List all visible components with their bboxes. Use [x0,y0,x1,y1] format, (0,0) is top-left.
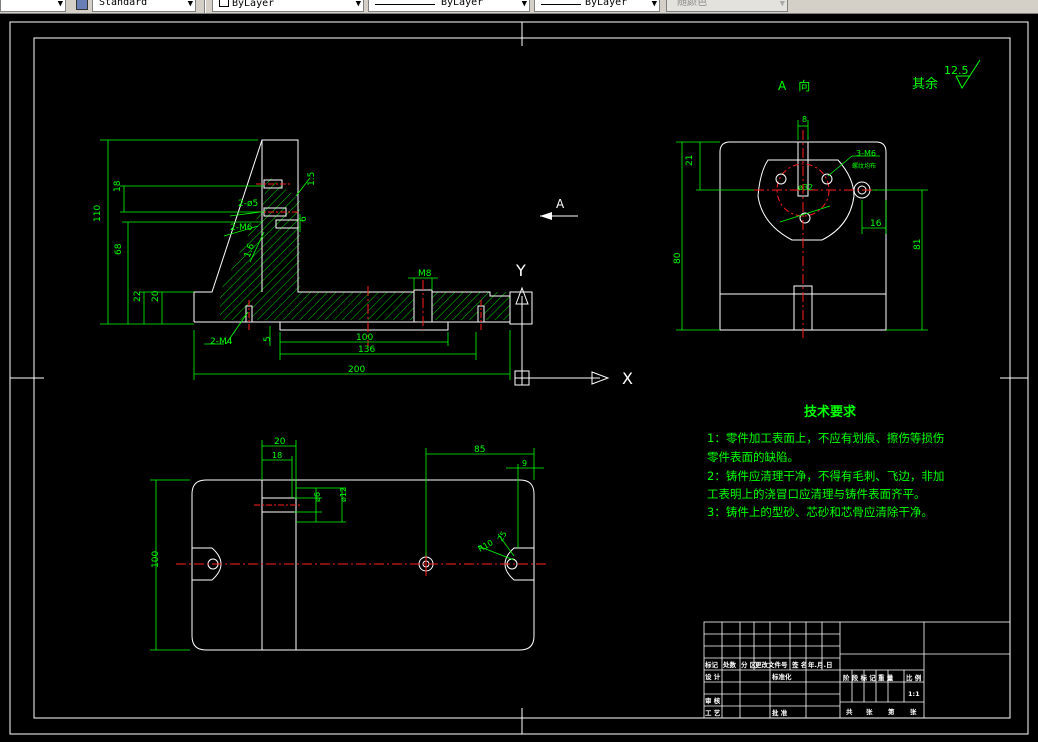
lineweight-value: ByLayer [585,0,628,8]
svg-text:81: 81 [913,239,923,250]
svg-text:审 核: 审 核 [705,696,721,705]
svg-text:20: 20 [274,437,286,447]
svg-text:2-M6: 2-M6 [230,223,253,233]
prev-dropdown[interactable]: ▼ [0,0,66,12]
x-axis-label: X [622,369,633,388]
svg-text:80: 80 [673,252,683,264]
y-axis-label: Y [515,261,526,280]
dropdown-arrow-icon: ▼ [651,0,657,9]
svg-text:比 例: 比 例 [906,673,922,682]
plan-view [176,479,546,651]
side-dimensions: 8 21 80 81 16 ø32 3-M6 螺纹均布 [673,115,928,331]
svg-text:100: 100 [151,551,161,568]
svg-text:1:1: 1:1 [908,690,920,698]
svg-text:2-ø5: 2-ø5 [238,199,258,209]
svg-text:ø12: ø12 [339,487,348,502]
drawing-canvas[interactable]: A 向 其余 12.5 X Y A 110 68 22 20 18 1.5 6 … [0,14,1038,742]
svg-text:18: 18 [272,451,282,460]
color-dropdown[interactable]: 随颜色 ▼ [666,0,788,12]
dropdown-arrow-icon: ▼ [355,0,361,9]
svg-text:85: 85 [474,445,485,455]
svg-text:200: 200 [348,365,365,375]
layer-value: ByLayer [232,0,275,9]
svg-text:螺纹均布: 螺纹均布 [852,162,876,170]
dropdown-arrow-icon: ▼ [521,0,527,9]
svg-text:8: 8 [802,115,807,124]
svg-text:18: 18 [113,180,123,192]
title-block [703,621,1011,719]
svg-text:ø6: ø6 [313,492,322,502]
svg-text:年.月.日: 年.月.日 [808,660,832,669]
side-view [719,130,887,340]
svg-text:9: 9 [522,459,527,468]
svg-text:A: A [556,197,565,211]
svg-text:批 准: 批 准 [772,708,788,717]
svg-text:2-M4: 2-M4 [210,337,233,347]
front-view: X Y A [193,139,633,388]
roughness-symbol: 其余 12.5 [912,59,981,92]
svg-text:张: 张 [910,707,917,716]
svg-text:第: 第 [888,707,895,716]
svg-text:22: 22 [133,291,143,302]
view-arrow-a: A [540,197,578,220]
dropdown-arrow-icon: ▼ [779,0,785,9]
svg-text:16: 16 [870,219,882,229]
properties-toolbar: ▼ Standard ▼ ByLayer ▼ ByLayer ▼ ByLayer ▼ 随… [0,0,1038,14]
svg-text:阶 段 标 记: 阶 段 标 记 [843,673,876,682]
text-style-value: Standard [99,0,148,8]
svg-text:68: 68 [114,243,124,255]
svg-text:重 量: 重 量 [878,673,894,682]
lineweight-dropdown[interactable]: ByLayer ▼ [534,0,660,12]
linetype-dropdown[interactable]: ByLayer ▼ [368,0,530,12]
text-style-icon [76,0,88,10]
linetype-value: ByLayer [441,0,484,8]
svg-text:20: 20 [151,290,161,302]
svg-text:6: 6 [299,216,309,222]
svg-text:签 名: 签 名 [791,660,807,669]
svg-text:张: 张 [866,707,873,716]
svg-text:21: 21 [685,155,695,166]
svg-text:设 计: 设 计 [705,672,721,681]
svg-text:其余: 其余 [912,76,938,92]
dropdown-arrow-icon: ▼ [187,0,193,9]
toolbar-separator [204,0,206,13]
svg-text:工 艺: 工 艺 [705,708,721,717]
svg-text:136: 136 [358,345,375,355]
tech-line: 3：铸件上的型砂、芯砂和芯骨应清除干净。 [707,505,933,519]
dropdown-arrow-icon: ▼ [57,0,63,9]
layer-dropdown[interactable]: ByLayer ▼ [212,0,364,12]
tech-line: 零件表面的缺陷。 [707,450,799,464]
svg-text:更改文件号: 更改文件号 [755,660,788,669]
tech-line: 工表明上的浇冒口应清理与铸件表面齐平。 [707,487,926,501]
svg-text:A 向: A 向 [778,78,810,93]
svg-text:标准化: 标准化 [771,672,792,681]
svg-text:100: 100 [356,333,373,343]
svg-text:3-M6: 3-M6 [856,149,876,158]
svg-text:110: 110 [93,205,103,222]
color-value: 随颜色 [677,0,707,8]
svg-text:ø32: ø32 [798,183,813,192]
svg-text:12.5: 12.5 [944,64,969,77]
title-block-text: 标记 处数 分 区 更改文件号 签 名 年.月.日 设 计 标准化 阶 段 标 … [704,660,922,717]
ucs-icon [514,286,610,386]
technical-requirements: 技术要求 1：零件加工表面上，不应有划痕、擦伤等损伤 零件表面的缺陷。 2：铸件… [707,404,944,519]
tech-line: 2：铸件应清理干净，不得有毛刺、飞边，非加 [707,469,944,483]
svg-text:M8: M8 [418,269,432,279]
svg-text:共: 共 [846,707,853,716]
text-style-dropdown[interactable]: Standard ▼ [92,0,196,12]
svg-text:25: 25 [496,530,509,543]
svg-text:处数: 处数 [722,660,737,669]
plan-dimensions: 20 18 85 9 100 ø6 ø12 R10 25 [150,437,544,651]
svg-text:标记: 标记 [704,660,719,669]
layer-swatch-icon [219,0,229,7]
tech-line: 1：零件加工表面上，不应有划痕、擦伤等损伤 [707,431,944,445]
tech-title: 技术要求 [804,404,857,420]
svg-text:1.5: 1.5 [307,172,317,186]
front-dimensions: 110 68 22 20 18 1.5 6 1.6 2-ø5 2-M6 2-M4… [93,139,511,380]
svg-text:5: 5 [263,336,273,342]
view-title: A 向 [778,78,810,93]
